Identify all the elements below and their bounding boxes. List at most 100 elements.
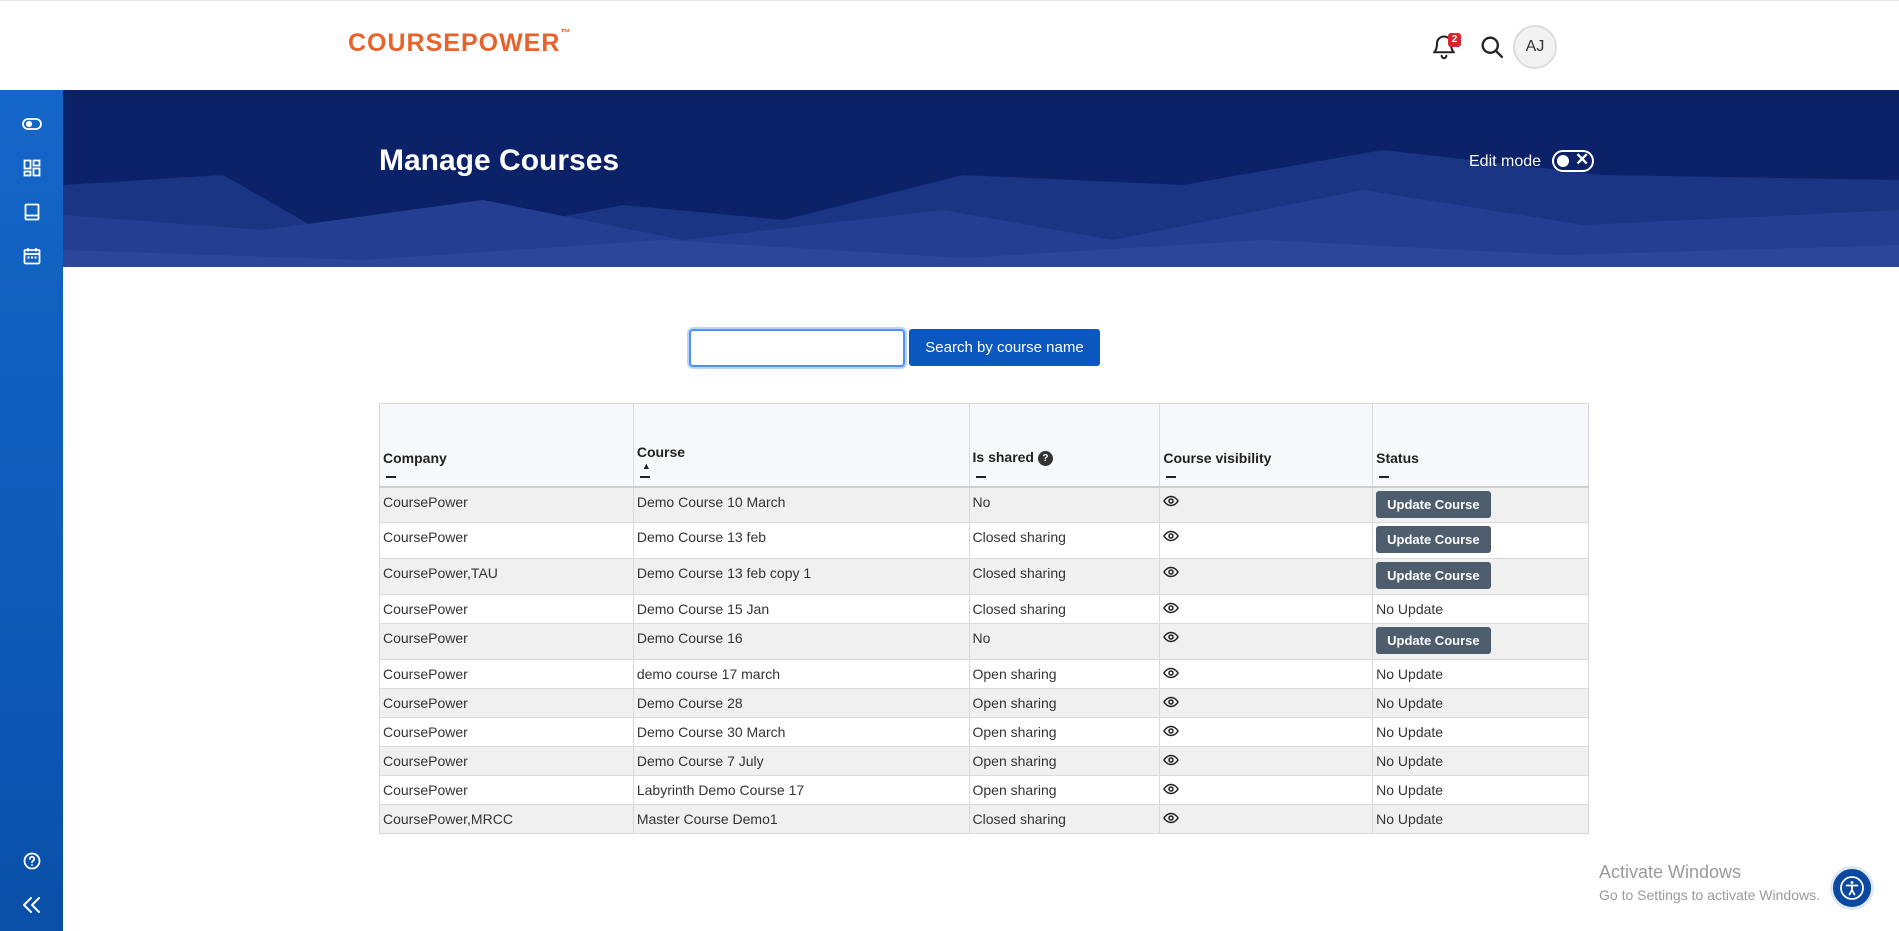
eye-icon[interactable] — [1163, 601, 1180, 617]
cell-status: No Update — [1372, 746, 1589, 776]
calendar-icon[interactable] — [20, 244, 44, 268]
cell-course-visibility — [1159, 688, 1374, 718]
table-row: CoursePower demo course 17 march Open shar… — [379, 659, 1589, 689]
status-text: No Update — [1376, 782, 1444, 798]
cell-course: Demo Course 16 — [632, 623, 970, 660]
status-text: No Update — [1376, 724, 1444, 740]
sort-ascending-icon[interactable]: ▲ — [637, 460, 966, 472]
edit-mode-label: Edit mode — [1469, 153, 1542, 170]
dashboard-icon[interactable] — [20, 156, 44, 180]
update-course-button[interactable]: Update Course — [1376, 562, 1491, 589]
column-label: Company — [383, 449, 447, 466]
table-body: CoursePower Demo Course 10 March No Update … — [379, 486, 1589, 834]
status-text: No Update — [1376, 601, 1444, 617]
search-by-course-button[interactable]: Search by course name — [909, 329, 1100, 366]
cell-course-visibility — [1159, 486, 1374, 523]
cell-is-shared: Open sharing — [968, 717, 1161, 747]
column-label: Status — [1376, 449, 1419, 466]
help-question-icon[interactable]: ? — [1037, 450, 1053, 466]
cell-status: No Update — [1372, 775, 1589, 805]
cell-course-visibility — [1159, 594, 1374, 624]
logo-text: COURSEPOWER — [348, 29, 561, 57]
activate-windows-title: Activate Windows — [1599, 862, 1742, 882]
eye-icon[interactable] — [1163, 811, 1180, 827]
cell-company: CoursePower — [379, 486, 634, 523]
update-course-button[interactable]: Update Course — [1376, 627, 1491, 654]
cell-is-shared: Closed sharing — [968, 804, 1161, 834]
notification-count-badge: 2 — [1448, 33, 1461, 47]
cell-company: CoursePower,MRCC — [379, 804, 634, 834]
cell-status: No Update — [1372, 594, 1589, 624]
cell-company: CoursePower — [379, 688, 634, 718]
cell-course: Demo Course 30 March — [632, 717, 970, 747]
book-icon[interactable] — [20, 200, 44, 224]
column-label: Is shared — [972, 448, 1034, 465]
filter-dash-icon[interactable] — [639, 475, 650, 478]
eye-icon[interactable] — [1163, 753, 1180, 769]
cell-company: CoursePower — [379, 623, 634, 660]
column-header-course-visibility[interactable]: Course visibility — [1159, 403, 1374, 488]
cell-company: CoursePower — [379, 775, 634, 805]
banner-waves-decoration — [63, 150, 1899, 267]
cell-course-visibility — [1159, 659, 1374, 689]
table-row: CoursePower,MRCC Master Course Demo1 Close… — [379, 804, 1589, 834]
cell-course-visibility — [1159, 717, 1374, 747]
update-course-button[interactable]: Update Course — [1376, 526, 1491, 553]
cell-is-shared: No — [968, 486, 1161, 523]
sidebar — [0, 90, 63, 931]
close-icon: ✕ — [1575, 150, 1590, 169]
page-title: Manage Courses — [379, 144, 620, 177]
cell-status: Update Course — [1372, 486, 1589, 523]
cell-course-visibility — [1159, 775, 1374, 805]
collapse-sidebar-icon[interactable] — [20, 893, 44, 917]
status-text: No Update — [1376, 666, 1444, 682]
coursepower-logo[interactable]: COURSEPOWER™ — [348, 28, 570, 58]
course-search-input[interactable] — [689, 329, 905, 367]
filter-dash-icon[interactable] — [1166, 475, 1177, 478]
filter-dash-icon[interactable] — [386, 475, 396, 478]
eye-icon[interactable] — [1163, 666, 1180, 682]
column-header-company[interactable]: Company — [379, 403, 634, 488]
cell-status: Update Course — [1372, 558, 1589, 595]
cell-course: demo course 17 march — [632, 659, 970, 689]
column-header-course[interactable]: Course ▲ — [632, 403, 970, 488]
accessibility-icon[interactable] — [1830, 866, 1874, 910]
cell-status: No Update — [1372, 804, 1589, 834]
cell-company: CoursePower — [379, 594, 634, 624]
cell-company: CoursePower — [379, 659, 634, 689]
cell-course-visibility — [1159, 558, 1374, 595]
user-avatar[interactable]: AJ — [1513, 25, 1557, 69]
eye-icon[interactable] — [1163, 630, 1180, 646]
filter-dash-icon[interactable] — [975, 475, 986, 478]
column-header-status[interactable]: Status — [1372, 403, 1589, 488]
update-course-button[interactable]: Update Course — [1376, 490, 1491, 518]
table-row: CoursePower Demo Course 15 Jan Closed shar… — [379, 594, 1589, 624]
eye-icon[interactable] — [1163, 529, 1180, 545]
toggle-icon[interactable] — [20, 112, 44, 136]
filter-dash-icon[interactable] — [1379, 475, 1390, 478]
cell-company: CoursePower — [379, 717, 634, 747]
eye-icon[interactable] — [1163, 565, 1180, 581]
cell-course: Demo Course 28 — [632, 688, 970, 718]
cell-course: Demo Course 13 feb copy 1 — [632, 558, 970, 595]
eye-icon[interactable] — [1163, 494, 1180, 510]
help-icon[interactable] — [20, 849, 44, 873]
status-text: No Update — [1376, 695, 1444, 711]
cell-company: CoursePower — [379, 746, 634, 776]
edit-mode-toggle[interactable]: ✕ — [1552, 150, 1594, 172]
cell-is-shared: Open sharing — [968, 746, 1161, 776]
table-row: CoursePower Demo Course 28 Open sharing No … — [379, 688, 1589, 718]
cell-status: No Update — [1372, 659, 1589, 689]
eye-icon[interactable] — [1163, 782, 1180, 798]
cell-is-shared: Closed sharing — [968, 594, 1161, 624]
eye-icon[interactable] — [1163, 695, 1180, 711]
table-header-row: Company Course ▲ Is shared? Course visib… — [379, 403, 1589, 488]
search-icon[interactable] — [1478, 33, 1506, 61]
eye-icon[interactable] — [1163, 724, 1180, 740]
column-header-is-shared[interactable]: Is shared? — [968, 403, 1161, 488]
cell-course: Labyrinth Demo Course 17 — [632, 775, 970, 805]
cell-course: Demo Course 13 feb — [632, 522, 970, 559]
column-label: Course — [636, 443, 686, 460]
cell-is-shared: No — [968, 623, 1161, 660]
cell-status: No Update — [1372, 717, 1589, 747]
